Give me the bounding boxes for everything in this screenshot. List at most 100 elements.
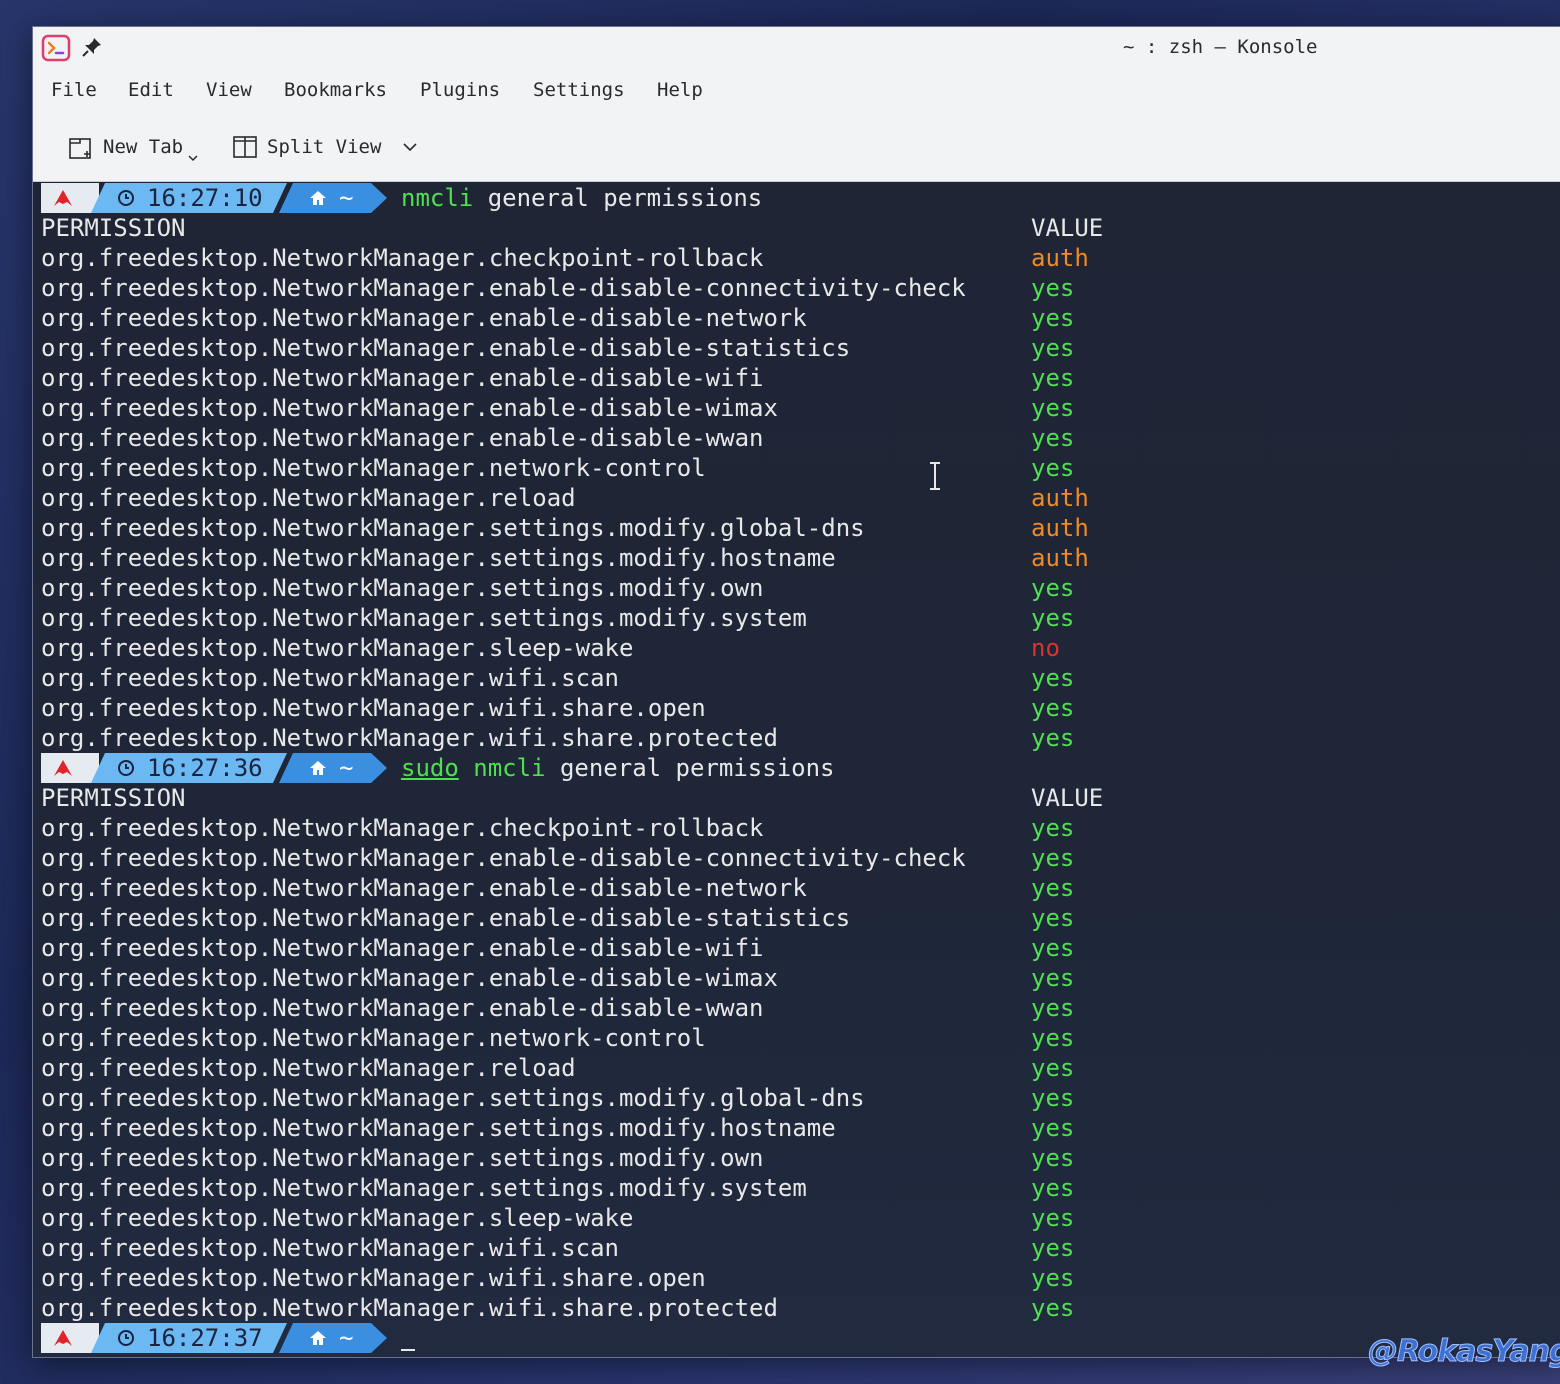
permission-value: yes — [1031, 304, 1075, 332]
chevron-down-icon[interactable] — [401, 138, 419, 156]
home-icon — [310, 191, 326, 205]
permission-value: yes — [1031, 1024, 1075, 1052]
command-line: sudo nmcli general permissions — [401, 753, 834, 783]
permission-value: yes — [1031, 844, 1075, 872]
menu-edit[interactable]: Edit — [128, 79, 174, 101]
home-icon — [310, 761, 326, 775]
terminal-view[interactable]: 16:27:10 ~ nmcli general permissions PERMIS… — [33, 182, 1560, 1357]
permission-value: yes — [1031, 964, 1075, 992]
permission-name: org.freedesktop.NetworkManager.reload — [41, 484, 576, 512]
prompt-bar: 16:27:36 ~ — [41, 753, 387, 783]
permission-value: yes — [1031, 1114, 1075, 1142]
prompt-dir: ~ — [339, 1324, 354, 1352]
new-tab-button[interactable]: New Tab — [67, 129, 207, 165]
permission-name: org.freedesktop.NetworkManager.wifi.scan — [41, 664, 619, 692]
clock-icon — [118, 1330, 134, 1346]
permission-name: org.freedesktop.NetworkManager.enable-di… — [41, 904, 851, 932]
permission-header: PERMISSION — [41, 784, 186, 812]
permission-value: yes — [1031, 1054, 1075, 1082]
value-header: VALUE — [1031, 214, 1104, 242]
permission-name: org.freedesktop.NetworkManager.network-c… — [41, 454, 706, 482]
permission-name: org.freedesktop.NetworkManager.enable-di… — [41, 334, 851, 362]
command-sudo: sudo — [401, 754, 459, 782]
prompt-time: 16:27:36 — [147, 754, 263, 782]
new-tab-icon — [69, 138, 91, 159]
text-cursor-icon — [930, 462, 940, 490]
konsole-window: ~ : zsh — Konsole File Edit View Bookmar… — [33, 27, 1560, 1357]
permission-name: org.freedesktop.NetworkManager.wifi.shar… — [41, 1264, 706, 1292]
menu-plugins[interactable]: Plugins — [420, 79, 500, 101]
permission-value: auth — [1031, 514, 1089, 542]
arch-logo-icon — [54, 1330, 72, 1346]
permission-name: org.freedesktop.NetworkManager.enable-di… — [41, 964, 778, 992]
permission-value: yes — [1031, 934, 1075, 962]
permission-value: yes — [1031, 1204, 1075, 1232]
permission-name: org.freedesktop.NetworkManager.settings.… — [41, 514, 865, 542]
permission-value: yes — [1031, 274, 1075, 302]
permission-value: yes — [1031, 424, 1075, 452]
prompt-dir-segment — [279, 183, 387, 213]
prompt-bar: 16:27:10 ~ — [41, 183, 387, 213]
permission-value: yes — [1031, 1264, 1075, 1292]
permission-name: org.freedesktop.NetworkManager.enable-di… — [41, 364, 764, 392]
arch-logo-icon — [54, 190, 72, 206]
menu-file[interactable]: File — [51, 79, 97, 101]
permission-name: org.freedesktop.NetworkManager.wifi.shar… — [41, 1294, 778, 1322]
permission-value: yes — [1031, 1294, 1075, 1322]
permission-value: yes — [1031, 364, 1075, 392]
pin-icon[interactable] — [81, 36, 103, 58]
permission-name: org.freedesktop.NetworkManager.settings.… — [41, 1174, 807, 1202]
menu-help[interactable]: Help — [657, 79, 703, 101]
window-title: ~ : zsh — Konsole — [1123, 36, 1318, 58]
command-binary: nmcli — [458, 754, 546, 782]
command-binary: nmcli — [401, 184, 474, 212]
permission-name: org.freedesktop.NetworkManager.settings.… — [41, 544, 836, 572]
permission-name: org.freedesktop.NetworkManager.settings.… — [41, 574, 764, 602]
permission-name: org.freedesktop.NetworkManager.settings.… — [41, 1084, 865, 1112]
prompt-time: 16:27:37 — [147, 1324, 263, 1352]
permission-value: yes — [1031, 604, 1075, 632]
permission-name: org.freedesktop.NetworkManager.enable-di… — [41, 394, 778, 422]
konsole-app-icon — [41, 34, 71, 62]
menu-view[interactable]: View — [206, 79, 252, 101]
split-view-label: Split View — [267, 136, 382, 158]
permission-name: org.freedesktop.NetworkManager.enable-di… — [41, 304, 807, 332]
permission-name: org.freedesktop.NetworkManager.network-c… — [41, 1024, 706, 1052]
watermark: @RokasYang — [1368, 1334, 1560, 1370]
prompt-time: 16:27:10 — [147, 184, 263, 212]
menu-bookmarks[interactable]: Bookmarks — [284, 79, 387, 101]
prompt-dir: ~ — [339, 754, 354, 782]
title-bar: ~ : zsh — Konsole — [33, 27, 1560, 69]
permission-name: org.freedesktop.NetworkManager.settings.… — [41, 604, 807, 632]
permission-name: org.freedesktop.NetworkManager.enable-di… — [41, 994, 764, 1022]
permission-name: org.freedesktop.NetworkManager.wifi.scan — [41, 1234, 619, 1262]
permission-name: org.freedesktop.NetworkManager.enable-di… — [41, 274, 966, 302]
permission-name: org.freedesktop.NetworkManager.wifi.shar… — [41, 694, 706, 722]
clock-icon — [118, 190, 134, 206]
command-line: nmcli general permissions — [401, 183, 762, 213]
permission-name: org.freedesktop.NetworkManager.reload — [41, 1054, 576, 1082]
permission-name: org.freedesktop.NetworkManager.checkpoin… — [41, 244, 764, 272]
command-args: general permissions — [473, 184, 763, 212]
permission-name: org.freedesktop.NetworkManager.enable-di… — [41, 844, 966, 872]
permission-name: org.freedesktop.NetworkManager.sleep-wak… — [41, 634, 634, 662]
value-header: VALUE — [1031, 784, 1104, 812]
home-icon — [310, 1331, 326, 1345]
permission-value: no — [1031, 634, 1060, 662]
permission-value: yes — [1031, 394, 1075, 422]
permission-name: org.freedesktop.NetworkManager.checkpoin… — [41, 814, 764, 842]
permission-value: yes — [1031, 1084, 1075, 1112]
permission-header: PERMISSION — [41, 214, 186, 242]
permission-value: yes — [1031, 724, 1075, 752]
permission-value: yes — [1031, 874, 1075, 902]
permission-value: yes — [1031, 454, 1075, 482]
permission-value: yes — [1031, 994, 1075, 1022]
chevron-down-icon[interactable] — [187, 152, 199, 164]
menu-bar: File Edit View Bookmarks Plugins Setting… — [33, 69, 1560, 113]
permission-name: org.freedesktop.NetworkManager.enable-di… — [41, 424, 764, 452]
permission-name: org.freedesktop.NetworkManager.enable-di… — [41, 874, 807, 902]
permission-value: yes — [1031, 1144, 1075, 1172]
menu-settings[interactable]: Settings — [533, 79, 625, 101]
prompt-bar: 16:27:37 ~ — [41, 1323, 387, 1353]
split-view-button[interactable]: Split View — [231, 129, 427, 165]
